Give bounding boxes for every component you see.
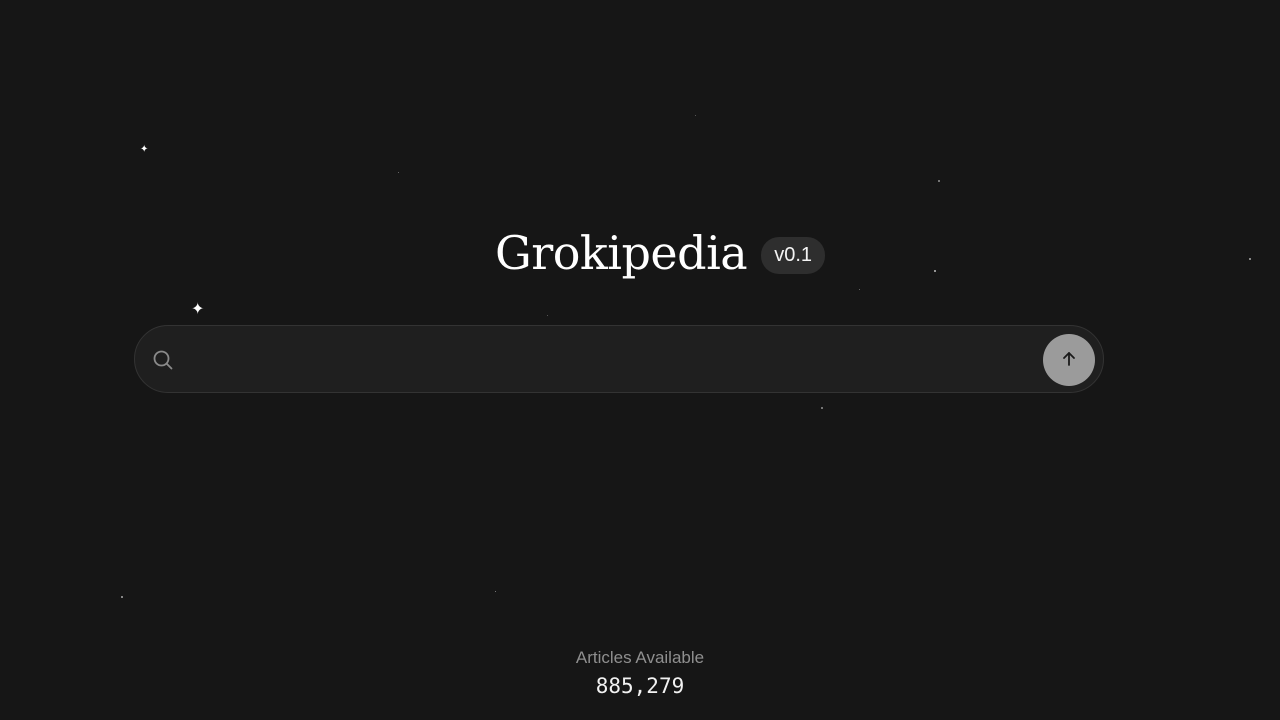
search-icon xyxy=(152,349,174,371)
search-bar[interactable] xyxy=(134,325,1104,393)
sparkle-icon: ✦ xyxy=(191,301,205,318)
articles-stats: Articles Available 885,279 xyxy=(0,648,1280,698)
arrow-up-icon xyxy=(1060,350,1078,371)
star-dot xyxy=(121,596,123,598)
version-badge: v0.1 xyxy=(761,236,826,274)
article-count: 885,279 xyxy=(595,674,685,698)
sparkle-icon: ✦ xyxy=(140,144,149,155)
header: Grokipedia v0.1 xyxy=(0,226,1280,280)
star-dot xyxy=(695,115,696,116)
star-dot xyxy=(821,407,823,409)
search-input[interactable] xyxy=(187,340,1041,382)
submit-search-button[interactable] xyxy=(1043,334,1095,386)
app-title: Grokipedia xyxy=(494,226,748,280)
star-dot xyxy=(859,289,860,290)
star-dot xyxy=(938,180,940,182)
star-dot xyxy=(547,315,548,316)
stats-label: Articles Available xyxy=(575,648,705,667)
star-dot xyxy=(398,172,399,173)
star-dot xyxy=(495,591,496,592)
